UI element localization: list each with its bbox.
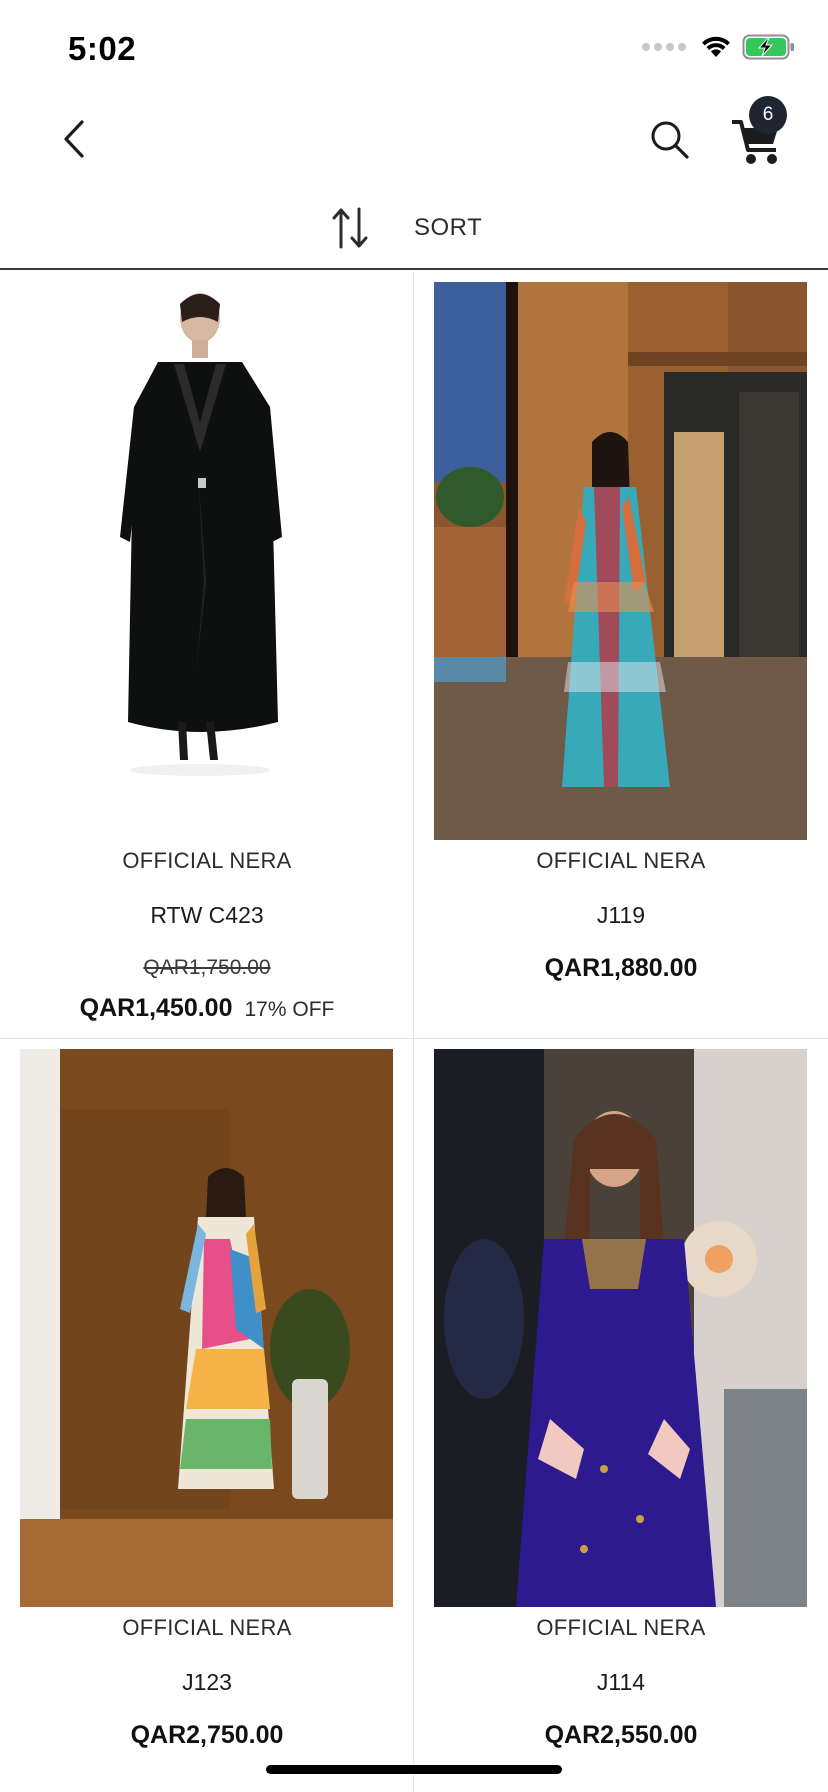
product-image[interactable] xyxy=(434,1049,807,1607)
sale-row: QAR1,450.00 17% OFF xyxy=(0,994,414,1023)
product-old-price: QAR1,750.00 xyxy=(143,956,271,979)
product-brand: OFFICIAL NERA xyxy=(122,1615,292,1640)
signal-icon xyxy=(642,43,686,51)
product-card[interactable]: OFFICIAL NERA J123 QAR2,750.00 xyxy=(0,1039,414,1792)
product-price: QAR2,750.00 xyxy=(130,1721,284,1749)
status-bar: 5:02 xyxy=(0,0,828,96)
product-card[interactable]: OFFICIAL NERA J114 QAR2,550.00 xyxy=(414,1039,828,1792)
product-grid: OFFICIAL NERA RTW C423 QAR1,750.00 QAR1,… xyxy=(0,272,828,1792)
wifi-icon xyxy=(702,36,730,57)
cart-count-badge: 6 xyxy=(749,96,787,134)
discount-badge: 17% OFF xyxy=(244,998,335,1021)
product-name: J119 xyxy=(596,902,646,928)
product-name: J114 xyxy=(596,1669,646,1695)
sort-bar: SORT xyxy=(0,190,828,270)
product-price: QAR1,880.00 xyxy=(544,954,698,982)
sort-label: SORT xyxy=(414,214,483,241)
status-time: 5:02 xyxy=(68,30,137,67)
home-indicator[interactable] xyxy=(266,1765,562,1774)
search-button[interactable] xyxy=(646,116,692,162)
sort-arrows-icon xyxy=(332,207,368,249)
product-image[interactable] xyxy=(20,1049,393,1607)
product-image[interactable] xyxy=(434,282,807,840)
product-name: RTW C423 xyxy=(150,902,264,928)
product-brand: OFFICIAL NERA xyxy=(536,848,706,873)
product-brand: OFFICIAL NERA xyxy=(536,1615,706,1640)
status-icons xyxy=(642,34,796,60)
product-image[interactable] xyxy=(20,282,393,840)
back-button[interactable] xyxy=(50,114,100,164)
product-card[interactable]: OFFICIAL NERA RTW C423 QAR1,750.00 QAR1,… xyxy=(0,272,414,1038)
product-price: QAR2,550.00 xyxy=(544,1721,698,1749)
product-brand: OFFICIAL NERA xyxy=(122,848,292,873)
product-name: J123 xyxy=(182,1669,232,1695)
product-card[interactable]: OFFICIAL NERA J119 QAR1,880.00 xyxy=(414,272,828,1038)
battery-charging-icon xyxy=(742,34,794,60)
product-price: QAR1,450.00 xyxy=(79,994,233,1022)
sort-button[interactable]: SORT xyxy=(330,202,482,254)
nav-bar xyxy=(0,96,828,186)
